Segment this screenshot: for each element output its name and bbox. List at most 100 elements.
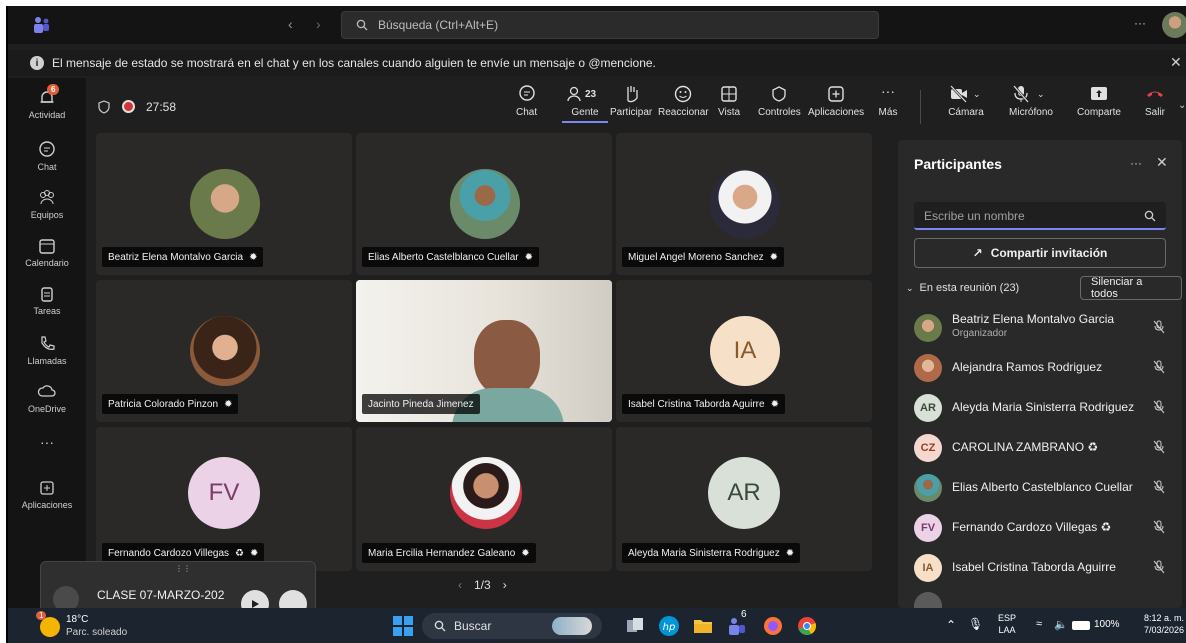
mic-off-icon[interactable] xyxy=(1152,560,1166,574)
firefox-icon[interactable] xyxy=(762,615,784,637)
rail-tasks[interactable]: Tareas xyxy=(8,284,86,316)
teams-taskbar-icon[interactable]: 6 xyxy=(726,609,748,637)
rail-onedrive[interactable]: OneDrive xyxy=(8,382,86,414)
tray-chevron-icon[interactable]: ⌃ xyxy=(946,618,956,632)
participant-tile[interactable]: AR Aleyda Maria Sinisterra Rodriguez ✹ xyxy=(616,427,872,571)
mic-label: Micrófono xyxy=(1009,107,1053,118)
raise-hand-label: Participar xyxy=(610,107,653,118)
more-button[interactable]: ··· Más xyxy=(878,84,898,118)
hp-icon[interactable]: hp xyxy=(658,615,680,637)
initials-avatar: CZ xyxy=(914,434,942,462)
participant-row[interactable]: FV Fernando Cardozo Villegas ♻ xyxy=(898,508,1182,548)
tray-mic-icon[interactable]: 🎙 xyxy=(968,617,983,631)
react-button[interactable]: Reaccionar xyxy=(658,84,709,118)
rail-label: Chat xyxy=(37,162,57,172)
mute-all-button[interactable]: Silenciar a todos xyxy=(1080,276,1182,300)
next-page-icon[interactable]: › xyxy=(503,578,507,592)
chat-button[interactable]: Chat xyxy=(516,84,537,118)
participant-name: Elias Alberto Castelblanco Cuellar xyxy=(952,480,1133,494)
teams-logo-icon[interactable] xyxy=(32,15,52,35)
scroll-hint-row xyxy=(914,592,942,608)
section-toggle[interactable]: ⌄ En esta reunión (23) xyxy=(906,282,1019,294)
recording-icon xyxy=(122,100,135,113)
profile-avatar[interactable] xyxy=(1162,12,1186,38)
participant-row[interactable]: Beatriz Elena Montalvo Garcia Organizado… xyxy=(898,308,1182,348)
participant-role: Organizador xyxy=(952,328,1008,339)
participant-name: Beatriz Elena Montalvo Garcia xyxy=(952,312,1115,326)
participant-tile[interactable]: IA Isabel Cristina Taborda Aguirre ✹ xyxy=(616,280,872,422)
mic-button[interactable]: ⌄ Micrófono xyxy=(996,84,1066,118)
shield-icon[interactable] xyxy=(98,100,110,114)
language-indicator[interactable]: ESP LAA xyxy=(998,612,1016,636)
rail-calendar[interactable]: Calendario xyxy=(8,236,86,268)
close-banner-icon[interactable]: ✕ xyxy=(1170,54,1182,71)
participant-tile[interactable]: Maria Ercilia Hernandez Galeano ✹ xyxy=(356,427,612,571)
battery-icon[interactable] xyxy=(1072,621,1090,630)
more-options-button[interactable]: ··· xyxy=(1134,16,1146,30)
mic-off-icon[interactable] xyxy=(1152,520,1166,534)
windows-start-icon[interactable] xyxy=(392,615,414,637)
weather-widget[interactable]: 1 18°C Parc. soleado xyxy=(36,611,146,641)
share-invite-button[interactable]: ↗ Compartir invitación xyxy=(914,238,1166,268)
volume-icon[interactable]: 🔈 xyxy=(1054,618,1068,631)
people-button[interactable]: 23 Gente xyxy=(562,84,608,123)
chrome-icon[interactable] xyxy=(796,615,818,637)
apps-button[interactable]: Aplicaciones xyxy=(808,84,864,118)
initials-avatar: AR xyxy=(708,457,780,529)
camera-button[interactable]: ⌄ Cámara xyxy=(936,84,996,118)
leave-button[interactable]: Salir xyxy=(1138,84,1172,118)
rail-apps[interactable]: Aplicaciones xyxy=(8,478,86,510)
share-button[interactable]: Comparte xyxy=(1074,84,1124,118)
participant-row[interactable]: IA Isabel Cristina Taborda Aguirre xyxy=(898,548,1182,588)
leave-label: Salir xyxy=(1144,107,1165,118)
rail-teams[interactable]: Equipos xyxy=(8,188,86,220)
participant-tile[interactable]: Elias Alberto Castelblanco Cuellar ✹ xyxy=(356,133,612,275)
mic-off-icon[interactable] xyxy=(1152,440,1166,454)
mic-off-icon[interactable] xyxy=(1152,320,1166,334)
controls-button[interactable]: Controles xyxy=(758,84,801,118)
file-explorer-icon[interactable] xyxy=(692,615,714,637)
chevron-down-icon[interactable]: ⌄ xyxy=(973,89,981,100)
participants-panel: Participantes ··· ✕ Escribe un nombre ↗ … xyxy=(898,140,1182,608)
wifi-icon[interactable]: ≈ xyxy=(1036,618,1042,630)
rail-label: Actividad xyxy=(28,110,66,120)
participant-tile[interactable]: Beatriz Elena Montalvo Garcia ✹ xyxy=(96,133,352,275)
chevron-down-icon[interactable]: ⌄ xyxy=(1037,89,1045,100)
raise-hand-button[interactable]: Participar xyxy=(610,84,652,118)
drag-handle-icon[interactable]: ⋮⋮ xyxy=(175,564,191,573)
rail-activity[interactable]: 6 Actividad xyxy=(8,84,86,120)
task-view-icon[interactable] xyxy=(624,615,646,637)
participant-tile[interactable]: Miguel Angel Moreno Sanchez ✹ xyxy=(616,133,872,275)
teams-window: ‹ › Búsqueda (Ctrl+Alt+E) ··· i El mensa… xyxy=(6,6,1186,643)
participant-row[interactable]: Elias Alberto Castelblanco Cuellar xyxy=(898,468,1182,508)
rail-label: Aplicaciones xyxy=(21,500,73,510)
prev-page-icon[interactable]: ‹ xyxy=(458,578,462,592)
forward-arrow-icon[interactable]: › xyxy=(316,16,321,32)
search-icon xyxy=(356,19,368,31)
participant-search-input[interactable]: Escribe un nombre xyxy=(914,202,1166,230)
close-panel-icon[interactable]: ✕ xyxy=(1156,154,1168,171)
panel-more-icon[interactable]: ··· xyxy=(1130,156,1142,170)
name-label: Patricia Colorado Pinzon ✹ xyxy=(102,394,239,414)
mic-off-icon[interactable] xyxy=(1152,480,1166,494)
back-arrow-icon[interactable]: ‹ xyxy=(288,16,293,32)
clock[interactable]: 8:12 a. m. 7/03/2026 xyxy=(1136,612,1184,636)
chevron-down-icon[interactable]: ⌄ xyxy=(1178,100,1186,111)
mic-off-icon[interactable] xyxy=(1152,400,1166,414)
rail-chat[interactable]: Chat xyxy=(8,140,86,172)
rail-calls[interactable]: Llamadas xyxy=(8,334,86,366)
search-input[interactable]: Búsqueda (Ctrl+Alt+E) xyxy=(341,11,879,39)
participant-row[interactable]: CZ CAROLINA ZAMBRANO ♻ xyxy=(898,428,1182,468)
view-button[interactable]: Vista xyxy=(718,84,740,118)
taskbar-search[interactable]: Buscar xyxy=(422,613,602,639)
weather-temp: 18°C xyxy=(66,614,89,625)
participant-row[interactable]: AR Aleyda Maria Sinisterra Rodriguez xyxy=(898,388,1182,428)
mic-off-icon[interactable] xyxy=(1152,360,1166,374)
mini-meeting-window[interactable]: ⋮⋮ CLASE 07-MARZO-2026 xyxy=(40,561,316,618)
participant-tile[interactable]: Patricia Colorado Pinzon ✹ xyxy=(96,280,352,422)
participant-tile[interactable]: Jacinto Pineda Jimenez xyxy=(356,280,612,422)
participant-row[interactable]: Alejandra Ramos Rodriguez xyxy=(898,348,1182,388)
apps-icon xyxy=(37,478,57,498)
participant-tile[interactable]: FV Fernando Cardozo Villegas ♻ ✹ xyxy=(96,427,352,571)
rail-more[interactable]: ··· xyxy=(8,434,86,450)
